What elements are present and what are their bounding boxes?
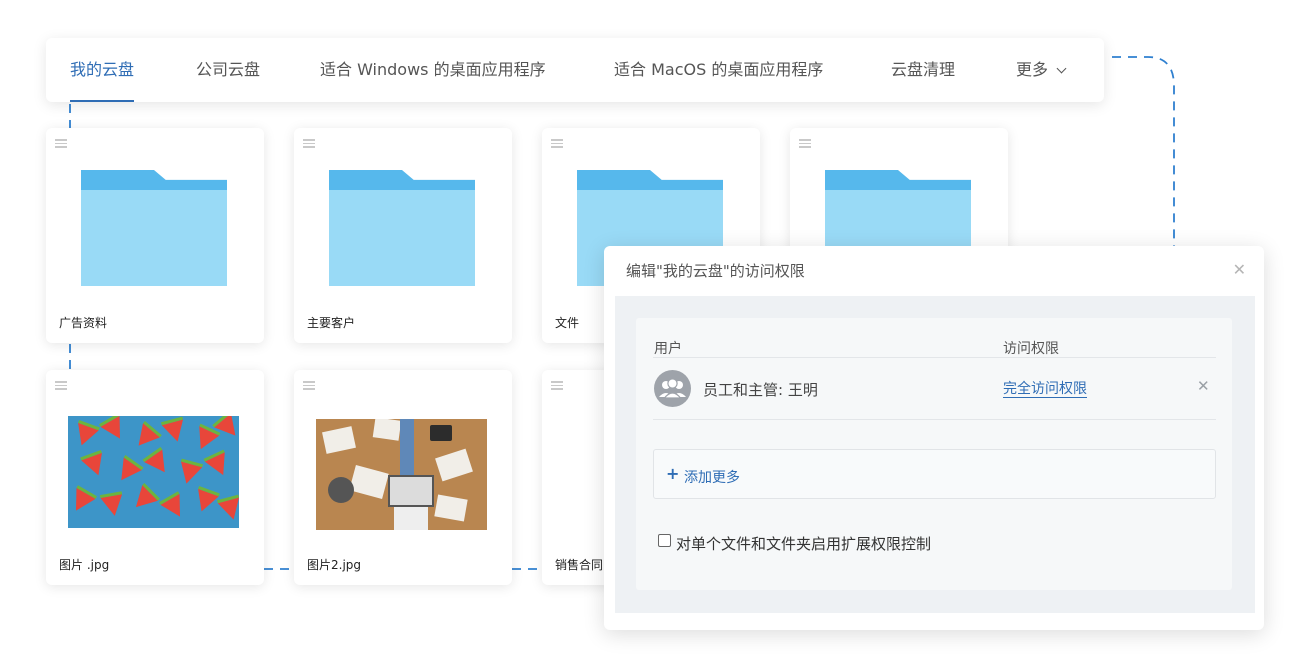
folder-card[interactable]: 主要客户 (294, 128, 512, 343)
card-label: 文件 (555, 316, 580, 330)
extended-permissions-label: 对单个文件和文件夹启用扩展权限控制 (676, 535, 932, 553)
drag-handle-icon[interactable] (799, 139, 811, 148)
divider (653, 419, 1216, 420)
card-label: 广告资料 (59, 316, 108, 330)
tab-company-cloud[interactable]: 公司云盘 (196, 38, 260, 102)
plus-icon: + (666, 464, 680, 483)
folder-icon (81, 170, 227, 286)
chevron-down-icon (1056, 63, 1067, 74)
drag-handle-icon[interactable] (551, 381, 563, 390)
image-card[interactable]: 图片 .jpg (46, 370, 264, 585)
tab-more[interactable]: 更多 (1016, 38, 1067, 102)
tab-macos-app[interactable]: 适合 MacOS 的桌面应用程序 (614, 38, 823, 102)
column-header-user: 用户 (654, 341, 682, 357)
permission-entry-user: 员工和主管: 王明 (703, 381, 818, 399)
card-label: 图片 .jpg (59, 558, 110, 572)
access-permission-dialog: 编辑"我的云盘"的访问权限 ✕ 用户 访问权限 员工和主管: 王明 完全访问权限… (604, 246, 1264, 630)
add-more-label: 添加更多 (684, 470, 740, 486)
users-group-icon (654, 370, 691, 407)
drag-handle-icon[interactable] (55, 139, 67, 148)
image-thumbnail (68, 416, 239, 528)
permission-panel: 用户 访问权限 员工和主管: 王明 完全访问权限 ✕ + 添加更多 对单个文件和… (636, 318, 1232, 590)
tab-bar: 我的云盘 公司云盘 适合 Windows 的桌面应用程序 适合 MacOS 的桌… (46, 38, 1104, 102)
add-more-button[interactable]: + 添加更多 (653, 449, 1216, 499)
card-label: 图片2.jpg (307, 558, 362, 572)
tab-windows-app[interactable]: 适合 Windows 的桌面应用程序 (320, 38, 546, 102)
drag-handle-icon[interactable] (55, 381, 67, 390)
extended-permissions-checkbox[interactable] (658, 534, 671, 547)
divider (653, 357, 1216, 358)
folder-icon (329, 170, 475, 286)
drag-handle-icon[interactable] (303, 381, 315, 390)
dialog-body: 用户 访问权限 员工和主管: 王明 完全访问权限 ✕ + 添加更多 对单个文件和… (615, 296, 1255, 613)
tab-cloud-cleanup[interactable]: 云盘清理 (891, 38, 955, 102)
close-icon[interactable]: ✕ (1233, 260, 1246, 279)
drag-handle-icon[interactable] (551, 139, 563, 148)
dialog-title: 编辑"我的云盘"的访问权限 (626, 262, 805, 280)
card-label: 销售合同 (555, 558, 604, 572)
tab-my-cloud[interactable]: 我的云盘 (70, 38, 135, 102)
tab-more-label: 更多 (1016, 60, 1049, 79)
image-card[interactable]: 图片2.jpg (294, 370, 512, 585)
image-thumbnail (316, 419, 487, 530)
remove-icon[interactable]: ✕ (1197, 377, 1210, 395)
permission-level-link[interactable]: 完全访问权限 (1003, 381, 1087, 398)
folder-card[interactable]: 广告资料 (46, 128, 264, 343)
drag-handle-icon[interactable] (303, 139, 315, 148)
card-label: 主要客户 (307, 316, 356, 330)
column-header-permission: 访问权限 (1003, 341, 1059, 357)
